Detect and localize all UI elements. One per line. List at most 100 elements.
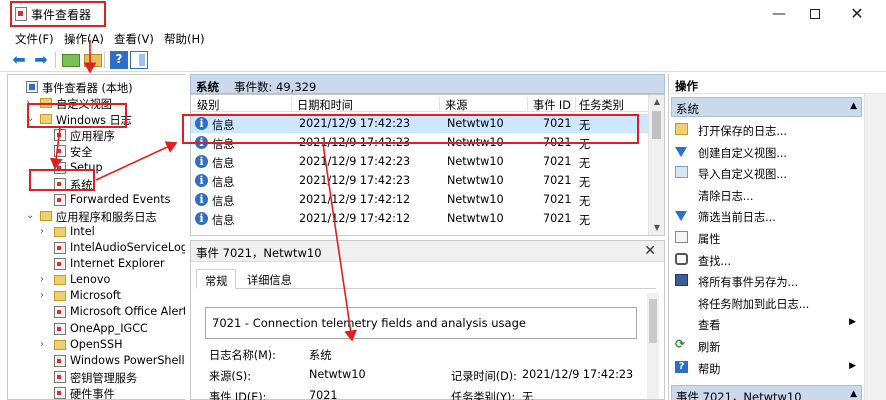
logged-value: 2021/12/9 17:42:23	[522, 368, 634, 381]
title-bar: 事件查看器 — ✕	[0, 0, 886, 28]
menu-action[interactable]: 操作(A)	[64, 31, 104, 47]
detail-scroll-thumb[interactable]	[649, 299, 657, 343]
back-arrow-icon[interactable]: ⬅	[10, 51, 28, 69]
expand-icon[interactable]: ›	[26, 95, 35, 111]
expand-icon[interactable]: ›	[40, 224, 49, 240]
event-message[interactable]: 7021 - Connection telemetry fields and a…	[205, 307, 637, 339]
column-level[interactable]: 级别	[197, 97, 219, 113]
expand-icon[interactable]: ›	[40, 337, 49, 353]
actions-scrollbar[interactable]	[864, 94, 886, 400]
action-item-label: 打开保存的日志...	[698, 125, 787, 138]
tree-item-label: Internet Explorer	[70, 257, 165, 271]
action-item[interactable]: 将所有事件另存为...	[669, 270, 862, 291]
action-item-label: 导入自定义视图...	[698, 168, 787, 182]
window-title: 事件查看器	[31, 8, 92, 22]
detail-close-icon[interactable]: ✕	[644, 243, 656, 259]
action-item[interactable]: 清除日志...	[669, 184, 862, 205]
show-hide-tree-icon[interactable]	[84, 54, 102, 67]
detail-scrollbar[interactable]	[647, 293, 659, 399]
table-row[interactable]: i 信息 2021/12/9 17:42:23 Netwtw10 7021 无	[191, 152, 649, 171]
tree-item-label: Setup	[70, 160, 103, 174]
cell-level: 信息	[212, 157, 235, 170]
info-icon: i	[195, 155, 208, 168]
event-log-icon	[54, 177, 66, 190]
log-name-label: 日志名称(M):	[209, 349, 276, 362]
up-folder-icon[interactable]	[62, 54, 80, 67]
event-list-scrollbar[interactable]: ▲ ▼	[648, 95, 664, 235]
toolbar: ⬅ ➡ ?	[0, 48, 886, 72]
action-item[interactable]: 属性	[669, 227, 862, 248]
event-message-text: 7021 - Connection telemetry fields and a…	[212, 316, 526, 330]
actions-section-system[interactable]: 系统 ▲	[671, 97, 862, 117]
action-item[interactable]: 筛选当前日志...	[669, 205, 862, 226]
detail-tabs: 常规 详细信息	[196, 267, 656, 289]
table-row[interactable]: i 信息 2021/12/9 17:42:23 Netwtw10 7021 无	[191, 114, 649, 133]
maximize-button[interactable]	[800, 4, 830, 24]
column-datetime[interactable]: 日期和时间	[297, 97, 353, 113]
cell-source: Netwtw10	[447, 117, 504, 130]
submenu-arrow-icon: ▶	[849, 360, 856, 371]
tree-item-label: 安全	[70, 146, 93, 160]
cell-id: 7021	[543, 117, 572, 130]
folder-icon	[40, 98, 52, 109]
collapse-icon[interactable]: ⌄	[26, 208, 35, 224]
event-id-value: 7021	[309, 389, 338, 400]
action-item[interactable]: 创建自定义视图...	[669, 141, 862, 162]
submenu-arrow-icon: ▶	[849, 317, 856, 328]
help-icon[interactable]: ?	[110, 51, 128, 69]
action-item[interactable]: 将任务附加到此日志...	[669, 292, 862, 313]
table-row[interactable]: i 信息 2021/12/9 17:42:12 Netwtw10 7021 无	[191, 209, 649, 228]
scroll-up-icon[interactable]: ▲	[649, 95, 664, 109]
minimize-button[interactable]: —	[764, 4, 794, 24]
log-header: 系统 事件数: 49,329	[190, 74, 665, 94]
table-row[interactable]: i 信息 2021/12/9 17:42:12 Netwtw10 7021 无	[191, 190, 649, 209]
action-item[interactable]: 查找...	[669, 249, 862, 270]
table-row[interactable]: i 信息 2021/12/9 17:42:23 Netwtw10 7021 无	[191, 133, 649, 152]
action-item-label: 创建自定义视图...	[698, 146, 787, 160]
menu-bar: 文件(F) 操作(A) 查看(V) 帮助(H)	[0, 28, 886, 48]
menu-file[interactable]: 文件(F)	[15, 31, 54, 47]
close-button[interactable]: ✕	[842, 4, 872, 24]
action-item[interactable]: 导入自定义视图...	[669, 162, 862, 183]
forward-arrow-icon[interactable]: ➡	[32, 51, 50, 69]
action-item[interactable]: 打开保存的日志...	[669, 119, 862, 140]
properties-icon	[675, 231, 688, 243]
action-item[interactable]: ? 帮助 ▶	[669, 357, 862, 378]
table-row[interactable]: i 信息 2021/12/9 17:42:23 Netwtw10 7021 无	[191, 171, 649, 190]
column-source[interactable]: 来源	[445, 97, 467, 113]
cell-id: 7021	[543, 174, 572, 187]
expand-icon[interactable]: ›	[40, 272, 49, 288]
actions-title: 操作	[675, 79, 698, 93]
scroll-down-icon[interactable]: ▼	[649, 221, 664, 235]
tree-item-label: Microsoft	[70, 289, 121, 303]
log-title: 系统	[196, 80, 219, 94]
expand-icon[interactable]: ›	[40, 288, 49, 304]
action-item-label: 清除日志...	[698, 189, 754, 203]
event-viewer-icon	[26, 81, 38, 93]
event-log-icon	[54, 386, 66, 399]
column-event-id[interactable]: 事件 ID	[533, 97, 571, 113]
action-item[interactable]: ⟳ 刷新	[669, 335, 862, 356]
action-item-label: 将所有事件另存为...	[698, 276, 799, 290]
cell-id: 7021	[543, 212, 572, 225]
info-icon: i	[195, 117, 208, 130]
collapse-icon[interactable]: ⌄	[26, 111, 35, 127]
scroll-thumb[interactable]	[652, 111, 661, 139]
collapse-icon[interactable]: ▲	[850, 101, 857, 111]
tab-details[interactable]: 详细信息	[239, 269, 300, 289]
actions-section-event[interactable]: 事件 7021，Netwtw10 ▲	[671, 385, 862, 400]
logged-label: 记录时间(D):	[451, 370, 517, 383]
column-task-category[interactable]: 任务类别	[579, 97, 624, 113]
action-pane-icon[interactable]	[130, 51, 148, 69]
collapse-icon[interactable]: ▲	[850, 389, 857, 399]
event-list: 级别 日期和时间 来源 事件 ID 任务类别 i 信息 2021/12/9 17:4…	[190, 94, 665, 236]
refresh-icon: ⟳	[675, 337, 686, 351]
event-detail-title: 事件 7021，Netwtw10	[196, 246, 322, 260]
cell-level: 信息	[212, 214, 235, 227]
action-item[interactable]: 查看 ▶	[669, 313, 862, 334]
menu-view[interactable]: 查看(V)	[114, 31, 154, 47]
tab-general[interactable]: 常规	[196, 269, 237, 289]
menu-help[interactable]: 帮助(H)	[164, 31, 205, 47]
tree-item-label: 自定义视图	[56, 98, 112, 112]
tree-item-label: 应用程序	[70, 130, 115, 144]
